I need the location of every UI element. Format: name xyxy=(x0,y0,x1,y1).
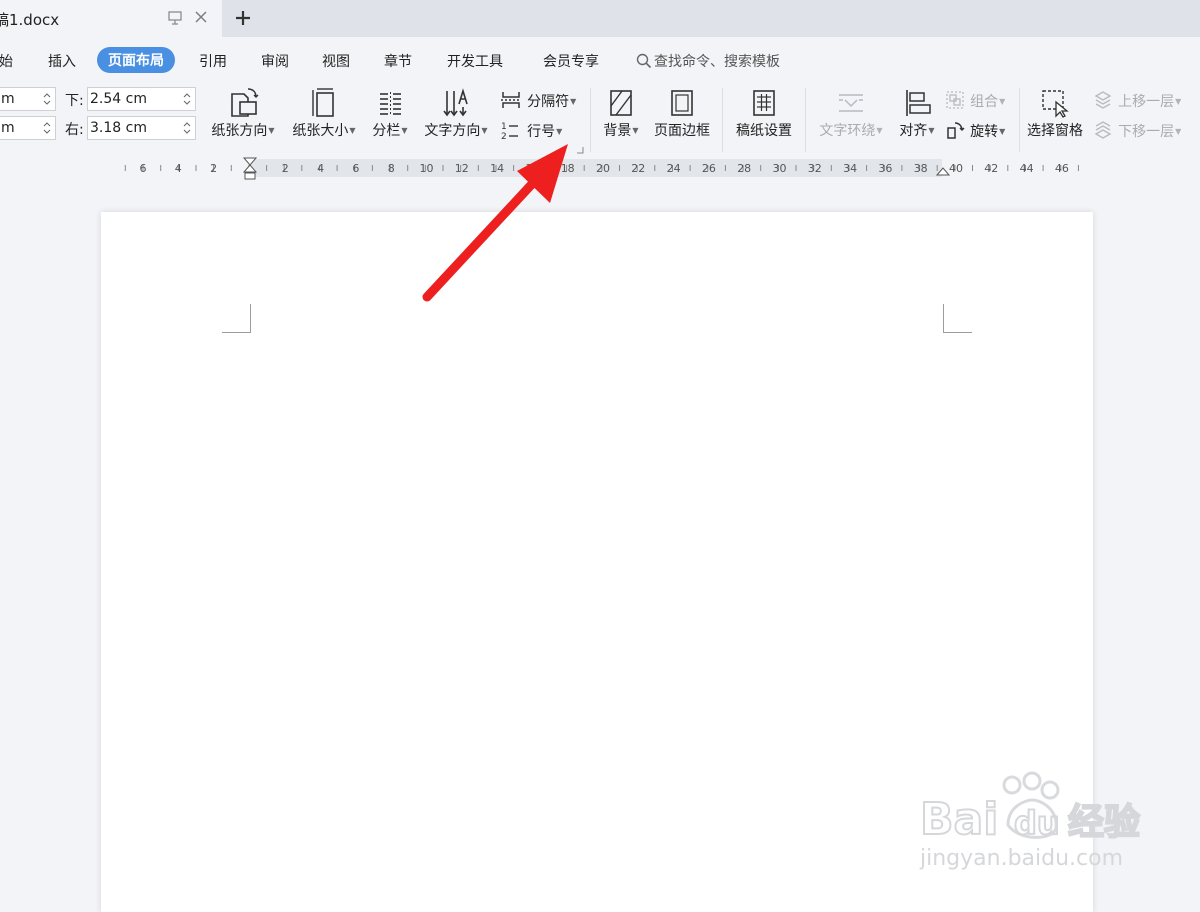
baidu-jingyan-watermark: Bai du 经验 jingyan.baidu.com xyxy=(919,770,1160,880)
svg-text:du: du xyxy=(1014,804,1060,842)
svg-text:Bai: Bai xyxy=(920,794,998,845)
annotation-arrow xyxy=(422,144,568,302)
svg-text:经验: 经验 xyxy=(1068,802,1140,843)
watermark-url: jingyan.baidu.com xyxy=(920,846,1124,871)
